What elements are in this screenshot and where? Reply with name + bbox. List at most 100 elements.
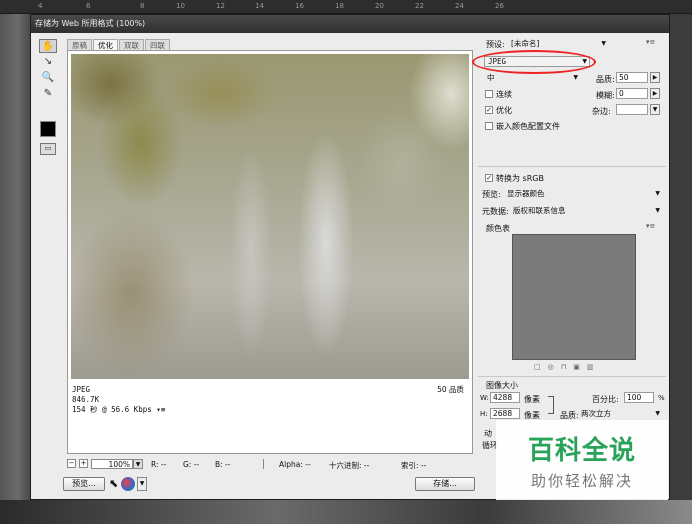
download-time-text: 154 秒 @ 56.6 Kbps [72,405,152,414]
chevron-down-icon: ▼ [601,40,606,47]
width-field[interactable]: 4288 [490,392,520,403]
alpha-readout: Alpha: -- [279,460,311,469]
color-table[interactable] [512,234,636,360]
ruler-tick: 22 [415,2,424,10]
resample-select[interactable]: 两次立方 ▼ [578,408,662,419]
tab-4-up[interactable]: 四联 [145,39,170,50]
browser-icon[interactable] [121,477,135,491]
download-speed-menu-icon[interactable]: ▾≡ [156,405,165,414]
convert-srgb-label: 转换为 sRGB [496,174,544,183]
ruler-tick: 8 [140,2,145,10]
height-field[interactable]: 2688 [490,408,520,419]
metadata-value: 版权和联系信息 [513,206,566,215]
width-label: W: [480,394,489,402]
animation-label: 动 [484,429,492,438]
preview-format: JPEG [72,385,91,394]
map-color-icon[interactable]: □ [534,363,548,371]
metadata-select[interactable]: 版权和联系信息 ▼ [510,205,662,216]
percent-label: 百分比: [592,395,619,404]
cursor-icon: ⬉ [109,477,119,490]
embed-profile-checkbox[interactable] [485,122,493,130]
eyedropper-color-swatch[interactable] [40,121,56,137]
ruler-tick: 26 [495,2,504,10]
ruler-tick: 14 [255,2,264,10]
percent-field[interactable]: 100 [624,392,654,403]
ruler-tick: 18 [335,2,344,10]
preview-quality: 50 品质 [437,385,464,394]
panel-menu-icon[interactable]: ▾≡ [646,38,655,46]
blur-field[interactable]: 0 [616,88,648,99]
color-table-menu-icon[interactable]: ▾≡ [646,222,655,230]
lock-color-icon[interactable]: ⊓ [561,363,573,371]
new-color-icon[interactable]: ▣ [573,363,587,371]
width-unit: 像素 [524,395,540,404]
zoom-in-button[interactable]: + [79,459,88,468]
highlight-annotation [472,50,596,74]
hand-tool-icon[interactable]: ✋ [39,39,57,53]
embed-profile-label: 嵌入颜色配置文件 [496,122,560,131]
canvas-background-bottom [0,500,692,524]
preview-download-time: 154 秒 @ 56.6 Kbps ▾≡ [72,405,470,415]
toggle-slices-icon[interactable]: ▭ [40,143,56,155]
ruler-tick: 6 [86,2,91,10]
ruler-tick: 12 [216,2,225,10]
preview-image[interactable] [71,54,469,379]
preset-label: 预设: [486,40,505,49]
blur-dropdown-icon[interactable]: ▶ [650,88,660,99]
preset-value: [未命名] [511,39,540,48]
chevron-down-icon: ▼ [655,207,660,214]
preview-mode-value: 显示器颜色 [507,189,545,198]
chevron-down-icon: ▼ [655,410,660,417]
dialog-title: 存储为 Web 所用格式 (100%) [31,15,669,33]
image-size-label: 图像大小 [486,381,518,390]
progressive-checkbox[interactable] [485,90,493,98]
ruler-tick: 10 [176,2,185,10]
progressive-label: 连续 [496,90,512,99]
divider [478,376,666,377]
tab-2-up[interactable]: 双联 [119,39,144,50]
color-table-label: 颜色表 [486,224,510,233]
optimized-checkbox[interactable]: ✓ [485,106,493,114]
ruler-tick: 4 [38,2,43,10]
tab-original[interactable]: 原稿 [67,39,92,50]
matte-swatch[interactable] [616,104,648,115]
top-ruler: 4 6 8 10 12 14 16 18 20 22 24 26 [0,0,692,14]
preview-mode-select[interactable]: 显示器颜色 ▼ [504,188,662,199]
tab-optimized[interactable]: 优化 [93,39,118,50]
green-readout: G: -- [183,460,200,469]
zoom-level-field[interactable]: 100% [91,459,133,469]
canvas-background-left [0,14,30,524]
preset-select[interactable]: [未命名] ▼ [508,38,608,49]
quality-field[interactable]: 50 [616,72,648,83]
eyedropper-tool-icon[interactable]: ✎ [39,87,57,101]
quality-dropdown-icon[interactable]: ▶ [650,72,660,83]
optimized-label: 优化 [496,106,512,115]
status-divider [263,459,264,469]
status-bar: − + 100% ▼ R: -- G: -- B: -- Alpha: -- 十… [67,459,487,471]
save-button[interactable]: 存储... [415,477,475,491]
matte-label: 杂边: [592,107,611,116]
hex-readout: 十六进制: -- [329,461,370,470]
slice-select-tool-icon[interactable]: ↘ [39,55,57,69]
preview-frame: JPEG 846.7K 154 秒 @ 56.6 Kbps ▾≡ 50 品质 [67,50,473,454]
zoom-tool-icon[interactable]: 🔍 [39,71,57,85]
convert-srgb-checkbox[interactable]: ✓ [485,174,493,182]
delete-color-icon[interactable]: ▥ [587,363,601,371]
constrain-proportions-link-icon[interactable] [548,396,554,414]
red-readout: R: -- [151,460,167,469]
matte-dropdown-icon[interactable]: ▼ [650,104,660,115]
web-shift-icon[interactable]: ◎ [548,363,561,371]
ruler-tick: 16 [295,2,304,10]
browser-dropdown-icon[interactable]: ▼ [137,477,147,491]
metadata-label: 元数据: [482,207,509,216]
divider [478,166,666,167]
zoom-dropdown-icon[interactable]: ▼ [133,459,143,469]
preview-button[interactable]: 预览... [63,477,105,491]
watermark-subtitle: 助你轻松解决 [530,472,633,490]
resample-value: 两次立方 [581,409,611,418]
watermark-title: 百科全说 [527,436,636,466]
quality-level-value: 中 [487,73,495,82]
ruler-tick: 20 [375,2,384,10]
preview-size: 846.7K [72,395,100,404]
zoom-out-button[interactable]: − [67,459,76,468]
